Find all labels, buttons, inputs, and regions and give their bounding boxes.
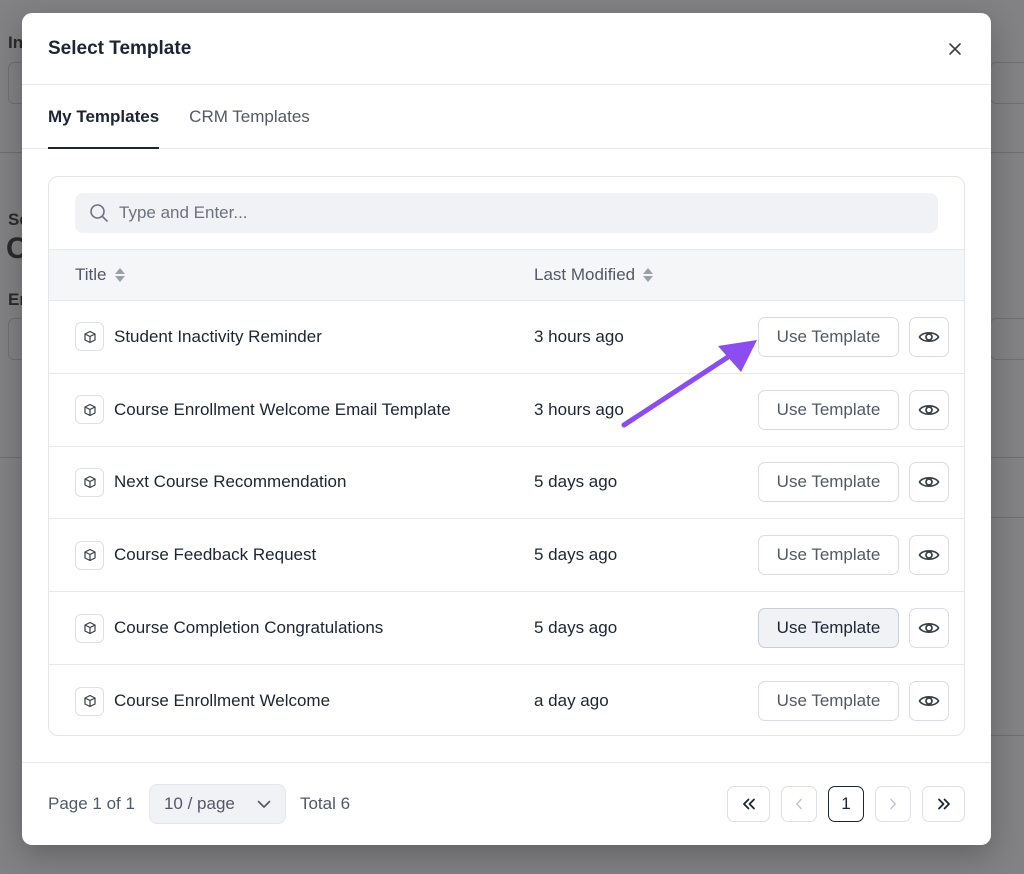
preview-button[interactable] (909, 316, 949, 357)
use-template-button[interactable]: Use Template (758, 462, 899, 503)
row-last-modified: 5 days ago (534, 472, 618, 492)
eye-icon (918, 404, 940, 415)
tab-crm-templates[interactable]: CRM Templates (189, 107, 310, 149)
row-title-cell: Course Completion Congratulations (75, 613, 534, 643)
search-input[interactable] (119, 203, 899, 223)
eye-icon (918, 696, 940, 707)
row-title: Course Enrollment Welcome (114, 691, 331, 711)
double-chevron-right-icon (937, 798, 950, 810)
eye-icon (918, 477, 940, 488)
row-title: Course Completion Congratulations (114, 618, 384, 638)
row-title: Course Feedback Request (114, 545, 317, 565)
use-template-button[interactable]: Use Template (758, 316, 899, 357)
page-1-button[interactable]: 1 (828, 786, 864, 822)
background-input (990, 318, 1024, 360)
sort-icon (114, 268, 125, 282)
row-title: Course Enrollment Welcome Email Template (114, 399, 451, 419)
eye-icon (918, 331, 940, 342)
pagination-footer: Page 1 of 1 10 / page Total 6 1 (22, 762, 991, 845)
column-header-last-modified[interactable]: Last Modified (534, 265, 654, 285)
column-header-title[interactable]: Title (75, 265, 534, 285)
close-button[interactable] (943, 37, 967, 61)
row-title-cell: Course Feedback Request (75, 540, 534, 570)
use-template-button[interactable]: Use Template (758, 681, 899, 722)
row-last-modified: 5 days ago (534, 618, 618, 638)
table-row: Course Completion Congratulations 5 days… (49, 592, 964, 665)
column-header-last-modified-label: Last Modified (534, 265, 636, 284)
cube-icon (75, 686, 104, 716)
chevron-down-icon (257, 800, 271, 808)
templates-panel: Title Last Modified Student Inactivity R… (48, 176, 965, 736)
row-last-modified: 3 hours ago (534, 326, 624, 346)
total-count: Total 6 (299, 794, 351, 813)
eye-icon (918, 623, 940, 634)
prev-page-button[interactable] (781, 786, 817, 822)
row-last-modified: 5 days ago (534, 545, 618, 565)
last-page-button[interactable] (922, 786, 965, 822)
sort-icon (643, 268, 654, 282)
search-box (75, 193, 938, 233)
background-divider (990, 517, 1024, 518)
per-page-select[interactable]: 10 / page (148, 784, 286, 824)
search-wrapper (49, 177, 964, 249)
cube-icon (75, 540, 104, 570)
table-body: Student Inactivity Reminder 3 hours ago … (49, 301, 964, 735)
preview-button[interactable] (909, 681, 949, 722)
use-template-button[interactable]: Use Template (758, 389, 899, 430)
row-last-modified: a day ago (534, 691, 609, 711)
table-row: Student Inactivity Reminder 3 hours ago … (49, 301, 964, 374)
table-row: Course Feedback Request 5 days ago Use T… (49, 519, 964, 593)
double-chevron-left-icon (742, 798, 755, 810)
use-template-button[interactable]: Use Template (758, 608, 899, 649)
modal-header: Select Template (22, 13, 991, 85)
cube-icon (75, 395, 104, 425)
select-template-modal: Select Template My Templates CRM Templat… (22, 13, 991, 845)
cube-icon (75, 613, 104, 643)
chevron-left-icon (796, 798, 802, 810)
cube-icon (75, 322, 104, 352)
row-title-cell: Next Course Recommendation (75, 467, 534, 497)
template-tabs: My Templates CRM Templates (22, 85, 991, 149)
modal-title: Select Template (48, 37, 192, 59)
pager: 1 (727, 786, 965, 822)
use-template-button[interactable]: Use Template (758, 535, 899, 576)
background-divider (990, 735, 1024, 736)
eye-icon (918, 550, 940, 561)
cube-icon (75, 467, 104, 497)
row-title: Next Course Recommendation (114, 472, 347, 492)
row-title-cell: Student Inactivity Reminder (75, 322, 534, 352)
background-input (990, 62, 1024, 104)
table-row: Course Enrollment Welcome Email Template… (49, 374, 964, 447)
preview-button[interactable] (909, 462, 949, 503)
row-last-modified: 3 hours ago (534, 399, 624, 419)
preview-button[interactable] (909, 389, 949, 430)
close-icon (949, 42, 961, 55)
table-row: Next Course Recommendation 5 days ago Us… (49, 447, 964, 520)
column-header-title-label: Title (75, 265, 107, 284)
preview-button[interactable] (909, 535, 949, 576)
tab-my-templates[interactable]: My Templates (48, 107, 160, 149)
table-row: Course Enrollment Welcome a day ago Use … (49, 665, 964, 735)
background-text-fragment: In (8, 33, 24, 52)
row-title: Student Inactivity Reminder (114, 326, 322, 346)
table-header: Title Last Modified (49, 249, 964, 301)
preview-button[interactable] (909, 608, 949, 649)
page-info: Page 1 of 1 (48, 794, 135, 813)
first-page-button[interactable] (727, 786, 770, 822)
row-title-cell: Course Enrollment Welcome (75, 686, 534, 716)
next-page-button[interactable] (875, 786, 911, 822)
search-icon (90, 204, 108, 222)
chevron-right-icon (890, 798, 896, 810)
row-title-cell: Course Enrollment Welcome Email Template (75, 395, 534, 425)
per-page-value: 10 / page (163, 794, 235, 813)
